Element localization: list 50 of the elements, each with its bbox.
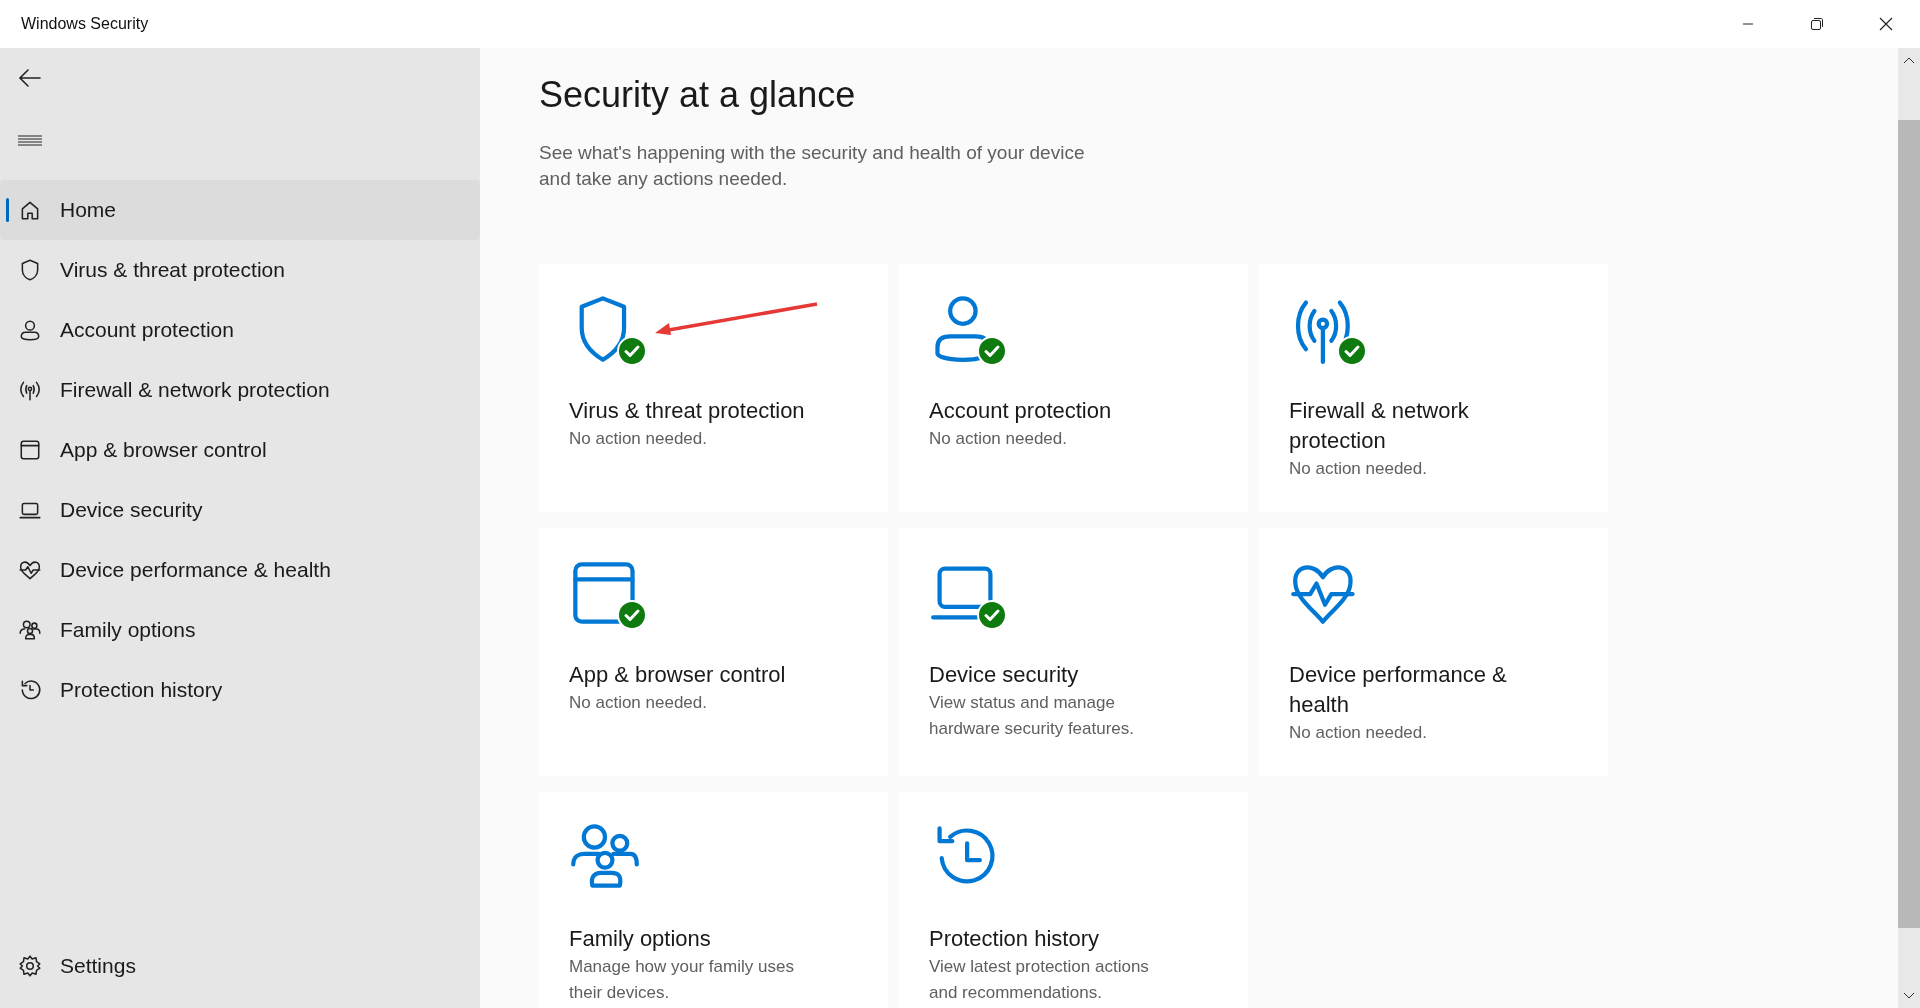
card-status: No action needed.: [929, 428, 1068, 450]
card-status: No action needed.: [569, 428, 708, 450]
settings-item[interactable]: Settings: [0, 936, 480, 996]
window-title: Windows Security: [21, 15, 150, 33]
settings-icon: [18, 954, 42, 978]
card-status: No action needed.: [1289, 722, 1428, 744]
status-card[interactable]: Device security View status and manage hardware security features.: [899, 528, 1248, 776]
scroll-down-icon: [1903, 992, 1915, 1000]
card-title: Account protection: [929, 397, 1113, 425]
close-icon: [1878, 17, 1893, 31]
card-title: Virus & threat protection: [569, 397, 806, 425]
card-title: Family options: [569, 925, 712, 953]
status-card[interactable]: Virus & threat protection No action needed.: [539, 264, 888, 512]
back-arrow-icon: [18, 68, 42, 88]
nav-item[interactable]: Family options: [0, 600, 480, 660]
card-title: Device performance & health: [1289, 661, 1508, 719]
nav-item[interactable]: Device security: [0, 480, 480, 540]
scroll-up-icon: [1903, 56, 1915, 64]
nav-item[interactable]: Protection history: [0, 660, 480, 720]
nav-item[interactable]: Home: [0, 180, 480, 240]
status-card[interactable]: Protection history View latest protection actions and recommendations.: [899, 792, 1248, 1008]
restore-icon: [1809, 17, 1824, 31]
browser-window-icon: [18, 438, 42, 462]
card-status: View status and manage hardware security features.: [929, 692, 1136, 740]
nav-item[interactable]: Virus & threat protection: [0, 240, 480, 300]
card-title: App & browser control: [569, 661, 787, 689]
status-card[interactable]: App & browser control No action needed.: [539, 528, 888, 776]
people-icon: [18, 618, 42, 642]
status-card[interactable]: Account protection No action needed.: [899, 264, 1248, 512]
heart-pulse-icon: [18, 558, 42, 582]
scrollbar-thumb[interactable]: [1898, 120, 1920, 928]
nav-item[interactable]: Account protection: [0, 300, 480, 360]
page-title: Security at a glance: [539, 74, 857, 116]
status-card[interactable]: Family options Manage how your family uses their devices.: [539, 792, 888, 1008]
selection-indicator: [6, 198, 9, 222]
status-card[interactable]: Firewall & network protection No action needed.: [1259, 264, 1608, 512]
card-status: No action needed.: [1289, 458, 1428, 480]
card-status: View latest protection actions and recommendations.: [929, 956, 1150, 1004]
nav-item[interactable]: Firewall & network protection: [0, 360, 480, 420]
menu-icon: [18, 134, 42, 146]
nav-item[interactable]: App & browser control: [0, 420, 480, 480]
page-subtitle: See what's happening with the security and health of your device and take any actions needed.: [539, 141, 1086, 191]
card-status: No action needed.: [569, 692, 708, 714]
card-title: Protection history: [929, 925, 1100, 953]
card-status: Manage how your family uses their devices.: [569, 956, 795, 1004]
status-card[interactable]: Device performance & health No action needed.: [1259, 528, 1608, 776]
card-title: Device security: [929, 661, 1080, 689]
person-icon: [18, 318, 42, 342]
nav-item[interactable]: Device performance & health: [0, 540, 480, 600]
card-title: Firewall & network protection: [1289, 397, 1470, 455]
